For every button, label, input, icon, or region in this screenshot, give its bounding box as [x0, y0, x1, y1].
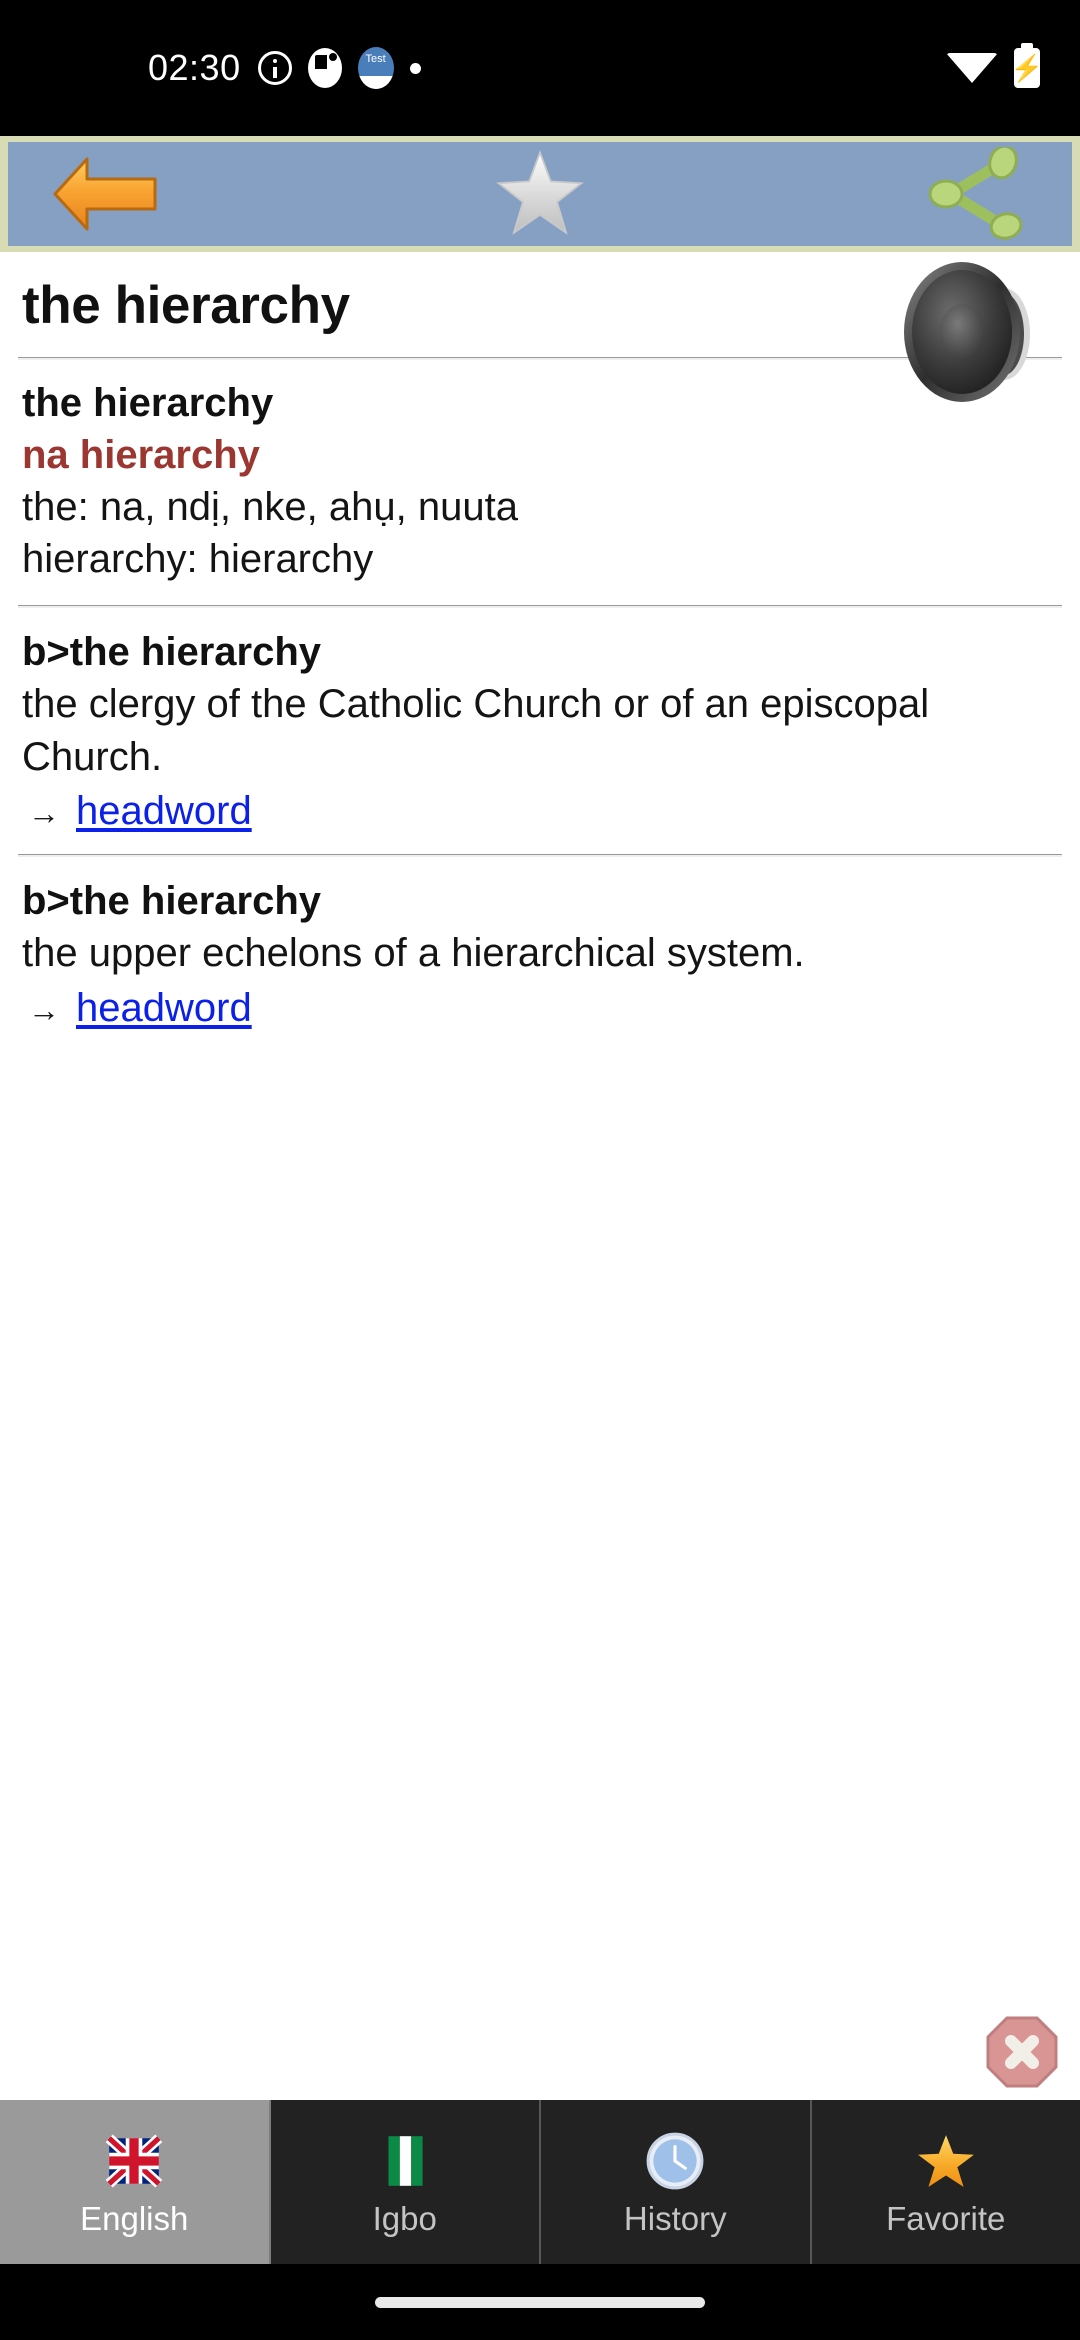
- headline-row: the hierarchy: [0, 252, 1080, 402]
- arrow-right-icon: →: [28, 795, 60, 832]
- close-button[interactable]: [986, 2016, 1058, 2088]
- entry-translation: na hierarchy: [22, 432, 260, 477]
- dot-icon: [409, 62, 421, 74]
- nav-label-favorite: Favorite: [886, 2199, 1006, 2237]
- nav-item-english[interactable]: English: [0, 2100, 271, 2264]
- speaker-icon: [904, 262, 1030, 402]
- definition-title: b>the hierarchy: [22, 879, 322, 924]
- nav-item-igbo[interactable]: Igbo: [271, 2100, 541, 2264]
- test-app-icon: Test: [357, 47, 394, 89]
- share-button[interactable]: [884, 142, 1064, 246]
- favorite-button[interactable]: [450, 142, 630, 246]
- nav-item-history[interactable]: History: [541, 2100, 812, 2264]
- close-icon: [986, 2016, 1058, 2088]
- nav-label-english: English: [80, 2199, 189, 2237]
- definition-block-2: b>the hierarchy the upper echelons of a …: [0, 857, 1080, 1031]
- uk-flag-icon: [105, 2133, 163, 2188]
- app-screen: 02:30 Test ⚡ the hierarchy the hierarchy…: [0, 0, 1080, 2340]
- top-toolbar-container: [0, 136, 1080, 252]
- wifi-icon: [946, 53, 998, 83]
- status-bar: 02:30 Test: [0, 0, 1080, 136]
- back-arrow-icon: [53, 157, 157, 231]
- info-icon: [257, 51, 292, 85]
- headword-row[interactable]: → headword: [22, 986, 1058, 1031]
- clock-icon: [646, 2132, 704, 2189]
- top-toolbar: [8, 142, 1072, 246]
- definition-text: the clergy of the Catholic Church or of …: [22, 681, 930, 779]
- headword-link[interactable]: headword: [76, 986, 252, 1031]
- nav-item-favorite[interactable]: Favorite: [812, 2100, 1080, 2264]
- definition-title: b>the hierarchy: [22, 629, 322, 674]
- status-bar-left: 02:30 Test: [0, 47, 421, 89]
- definition-text: the upper echelons of a hierarchical sys…: [22, 931, 805, 976]
- back-button[interactable]: [16, 142, 196, 246]
- status-bar-clock: 02:30: [148, 47, 241, 88]
- gloss-line-the: the: na, ndị, nke, ahụ, nuuta: [22, 484, 518, 529]
- gloss-line-hierarchy: hierarchy: hierarchy: [22, 536, 374, 581]
- nav-label-igbo: Igbo: [372, 2199, 437, 2237]
- status-bar-notification-icons: Test: [257, 47, 421, 89]
- definition-block-1: b>the hierarchy the clergy of the Cathol…: [0, 608, 1080, 835]
- gesture-bar[interactable]: [375, 2296, 705, 2308]
- arrow-right-icon: →: [28, 992, 60, 1029]
- nav-label-history: History: [623, 2199, 727, 2237]
- share-icon: [928, 146, 1023, 240]
- headword-link[interactable]: headword: [76, 789, 252, 834]
- battery-charging-icon: [1014, 48, 1040, 88]
- star-icon: [917, 2134, 974, 2187]
- notification-icon: [307, 48, 342, 88]
- bottom-navigation: English Igbo History Favorite: [0, 2100, 1080, 2264]
- headword-row[interactable]: → headword: [22, 789, 1058, 834]
- entry-content: the hierarchy the hierarchy na hierarchy…: [0, 252, 1080, 2100]
- star-icon: [496, 150, 584, 235]
- status-bar-right: [946, 48, 1080, 88]
- test-app-icon-label: Test: [365, 53, 386, 65]
- gesture-navigation-area: [0, 2264, 1080, 2340]
- nigeria-flag-icon: [388, 2135, 423, 2186]
- pronounce-button[interactable]: [892, 252, 1052, 412]
